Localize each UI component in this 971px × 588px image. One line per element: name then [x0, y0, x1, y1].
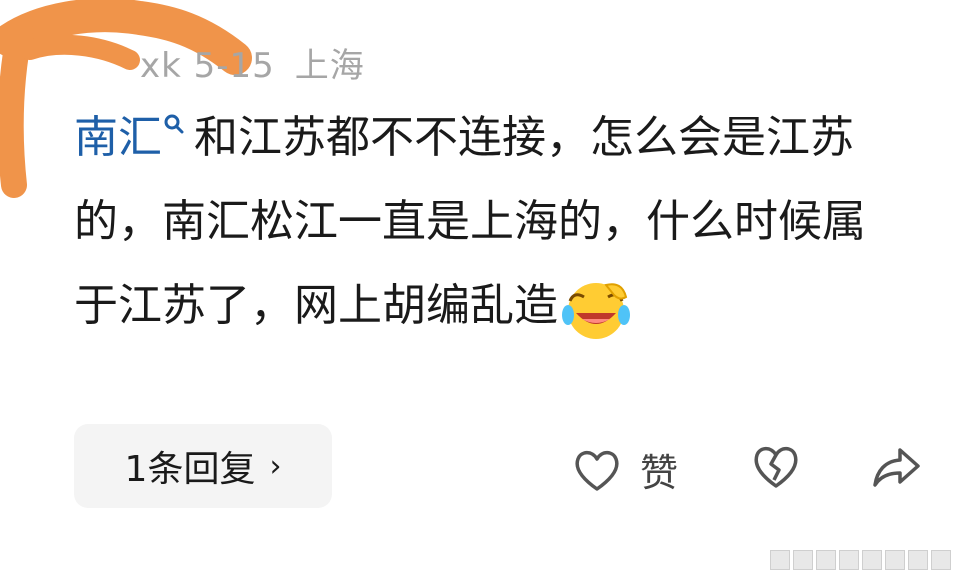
search-icon — [164, 114, 184, 134]
username-date: xk 5-15 — [140, 46, 275, 86]
watermark-strip — [770, 550, 956, 570]
action-bar: 赞 — [0, 438, 971, 498]
topic-link[interactable]: 南汇 — [74, 112, 162, 163]
heart-outline-icon — [575, 450, 619, 491]
comment-body: 和江苏都不不连接，怎么会是江苏的，南汇松江一直是上海的，什么时候属于江苏了，网上… — [74, 112, 866, 331]
comment-text: 南汇 和江苏都不不连接，怎么会是江苏的，南汇松江一直是上海的，什么时候属于江苏了… — [74, 96, 894, 348]
comment-meta: xk 5-15 上海 — [140, 38, 365, 87]
like-button[interactable]: 赞 — [572, 442, 678, 497]
share-arrow-icon — [873, 448, 920, 487]
laughing-crying-emoji-icon — [562, 283, 630, 339]
like-label: 赞 — [640, 451, 679, 495]
location-label: 上海 — [294, 46, 365, 86]
share-button[interactable] — [872, 444, 922, 492]
broken-heart-icon — [754, 446, 798, 488]
dislike-button[interactable] — [750, 442, 802, 494]
